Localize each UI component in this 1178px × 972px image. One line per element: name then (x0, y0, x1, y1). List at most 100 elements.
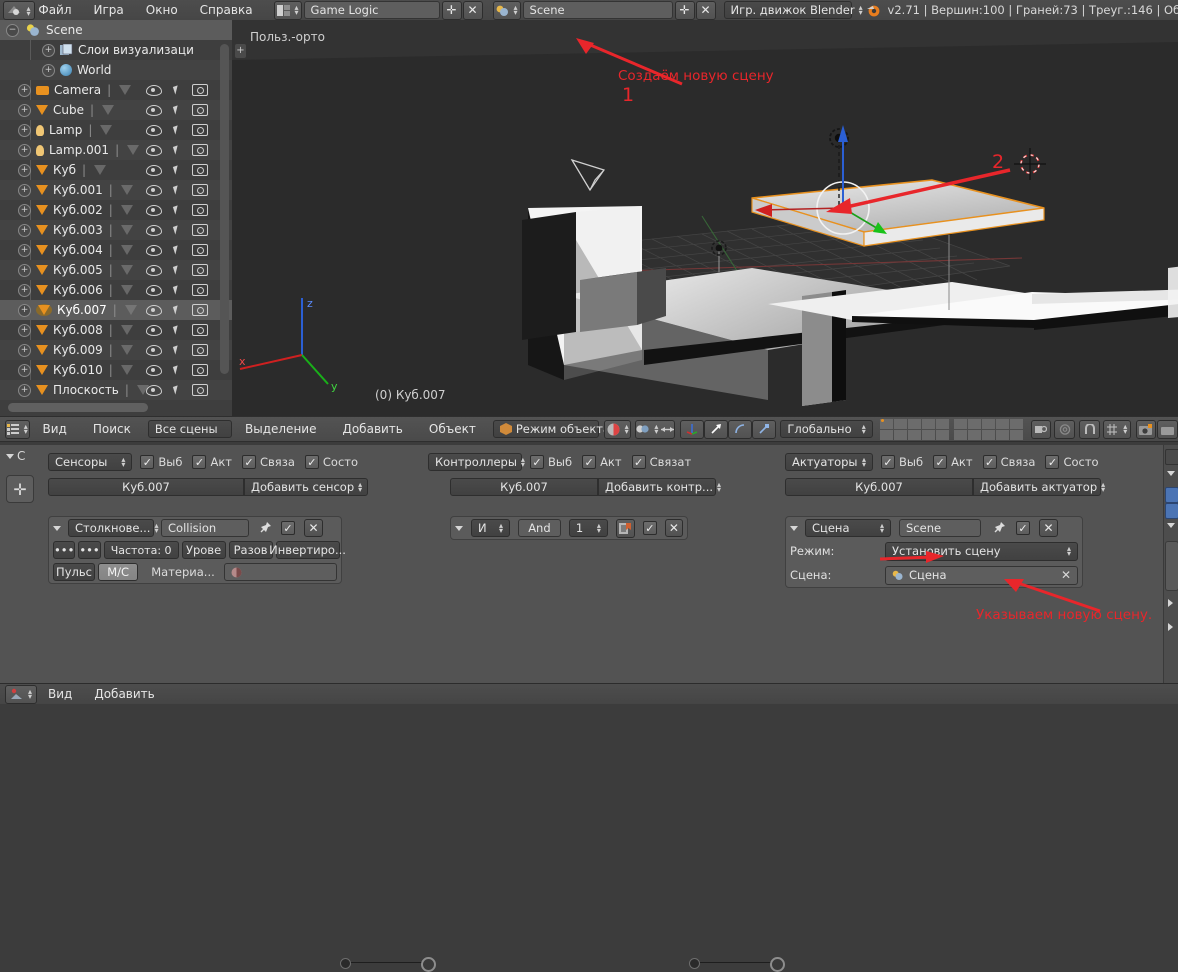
outliner-visibility-toggle[interactable] (144, 320, 164, 340)
outliner-item-row[interactable]: +Куб.003| (0, 220, 232, 240)
screen-layout-selector[interactable]: ▴▾ Game Logic ✛ ✕ (274, 1, 483, 20)
outliner-selectability-toggle[interactable] (166, 200, 186, 220)
outliner-item-row[interactable]: +Слои визуализаци (0, 40, 232, 60)
controller-state-mask-icon[interactable] (616, 519, 635, 538)
outliner-visibility-toggle[interactable] (144, 100, 164, 120)
outliner-renderability-toggle[interactable] (190, 280, 210, 300)
expand-collapse-icon[interactable]: + (42, 44, 55, 57)
properties-arrow-3[interactable] (1168, 599, 1173, 607)
outliner-renderability-toggle[interactable] (190, 380, 210, 400)
logic-add-button[interactable]: ✛ (6, 475, 34, 503)
controllers-object-name[interactable]: Куб.007 (450, 478, 598, 496)
pivot-point-selector[interactable]: ▴▾ (635, 420, 675, 439)
bottom-menu-view[interactable]: Вид (37, 684, 83, 704)
outliner-visibility-toggle[interactable] (144, 300, 164, 320)
outliner-item-row[interactable]: +Lamp.001| (0, 140, 232, 160)
expand-collapse-icon[interactable]: + (18, 364, 31, 377)
controllers-filter-act[interactable]: ✓Акт (582, 455, 622, 469)
3d-viewport[interactable]: z x y Польз.-орто + (0) Куб.007 Создаём … (232, 20, 1178, 416)
controllers-filter-link[interactable]: ✓Связат (632, 455, 692, 469)
render-engine-selector[interactable]: Игр. движок Blender ▴▾ (724, 1, 852, 19)
outliner-selectability-toggle[interactable] (166, 180, 186, 200)
outliner-selectability-toggle[interactable] (166, 300, 186, 320)
bottom-editor-type-icon[interactable]: ▴▾ (5, 685, 37, 704)
snap-magnet-icon[interactable] (1079, 420, 1100, 439)
outliner-renderability-toggle[interactable] (190, 120, 210, 140)
outliner-selectability-toggle[interactable] (166, 100, 186, 120)
controller-type-dropdown[interactable]: И ▴▾ (471, 519, 510, 537)
expand-collapse-icon[interactable]: + (18, 104, 31, 117)
scene-icon[interactable]: ▴▾ (493, 1, 521, 20)
expand-collapse-icon[interactable]: + (18, 224, 31, 237)
outliner-selectability-toggle[interactable] (166, 280, 186, 300)
sensor-level-pulse-true-icon[interactable]: ••• (53, 541, 75, 559)
outliner-renderability-toggle[interactable] (190, 340, 210, 360)
outliner-visibility-toggle[interactable] (144, 340, 164, 360)
sensor-pulse-toggle[interactable]: Пульс (53, 563, 95, 581)
actuators-filter-sel[interactable]: ✓Выб (881, 455, 923, 469)
sensor-output-node[interactable] (340, 958, 351, 969)
viewport-shading-selector[interactable]: ▴▾ (604, 420, 632, 439)
add-controller-button[interactable]: Добавить контр... ▴▾ (598, 478, 716, 496)
outliner-renderability-toggle[interactable] (190, 140, 210, 160)
outliner-visibility-toggle[interactable] (144, 80, 164, 100)
outliner-renderability-toggle[interactable] (190, 360, 210, 380)
sensor-invert-toggle[interactable]: Инвертиро... (276, 541, 340, 559)
actuator-enable-checkbox[interactable]: ✓ (1016, 521, 1030, 535)
outliner-selectability-toggle[interactable] (166, 80, 186, 100)
outliner-item-row[interactable]: +Куб.006| (0, 280, 232, 300)
outliner-visibility-toggle[interactable] (144, 280, 164, 300)
manipulator-enable-icon[interactable] (680, 420, 704, 439)
outliner-visibility-toggle[interactable] (144, 360, 164, 380)
outliner-selectability-toggle[interactable] (166, 220, 186, 240)
expand-collapse-icon[interactable]: + (18, 244, 31, 257)
properties-group-box[interactable] (1165, 541, 1178, 591)
properties-arrow-4[interactable] (1168, 623, 1173, 631)
outliner-item-row[interactable]: +Куб.007| (0, 300, 232, 320)
outliner-item-row[interactable]: +Camera| (0, 80, 232, 100)
properties-editor-type-icon[interactable] (1165, 449, 1178, 465)
controllers-filter-sel[interactable]: ✓Выб (530, 455, 572, 469)
expand-collapse-icon[interactable]: − (6, 24, 19, 37)
outliner-selectability-toggle[interactable] (166, 260, 186, 280)
sensor-name-field[interactable]: Collision (161, 519, 249, 537)
expand-collapse-icon[interactable]: + (42, 64, 55, 77)
manipulator-widget-group[interactable] (680, 420, 776, 439)
outliner-visibility-toggle[interactable] (144, 160, 164, 180)
controller-output-node[interactable] (689, 958, 700, 969)
outliner-horizontal-scrollbar[interactable] (8, 403, 148, 412)
layout-icon[interactable]: ▴▾ (274, 1, 302, 20)
outliner-selectability-toggle[interactable] (166, 120, 186, 140)
viewport-menu-add[interactable]: Добавить (329, 419, 415, 439)
actuators-filter-dropdown[interactable]: Актуаторы ▴▾ (785, 453, 873, 471)
viewport-menu-object[interactable]: Объект (416, 419, 489, 439)
outliner-renderability-toggle[interactable] (190, 160, 210, 180)
sensors-filter-act[interactable]: ✓Акт (192, 455, 232, 469)
outliner-visibility-toggle[interactable] (144, 220, 164, 240)
checkbox-icon[interactable]: ✓ (983, 455, 997, 469)
checkbox-icon[interactable]: ✓ (140, 455, 154, 469)
sensors-filter-state[interactable]: ✓Состо (305, 455, 358, 469)
checkbox-icon[interactable]: ✓ (933, 455, 947, 469)
delete-screen-layout-button[interactable]: ✕ (463, 1, 483, 20)
outliner-root-row[interactable]: −Scene (0, 20, 232, 40)
snap-target-selector[interactable]: ▴▾ (1103, 420, 1131, 439)
outliner-selectability-toggle[interactable] (166, 140, 186, 160)
outliner-menu-view[interactable]: Вид (30, 419, 80, 439)
checkbox-icon[interactable]: ✓ (1045, 455, 1059, 469)
outliner-renderability-toggle[interactable] (190, 260, 210, 280)
sensor-delete-button[interactable]: ✕ (304, 519, 323, 537)
expand-collapse-icon[interactable]: + (18, 124, 31, 137)
expand-collapse-icon[interactable]: + (18, 144, 31, 157)
actuators-object-name[interactable]: Куб.007 (785, 478, 973, 496)
controllers-filter-dropdown[interactable]: Контроллеры ▴▾ (428, 453, 522, 471)
logic-panel-collapse[interactable]: C (6, 449, 25, 463)
proportional-falloff-icon[interactable] (1054, 420, 1075, 439)
checkbox-icon[interactable]: ✓ (242, 455, 256, 469)
controller-enable-checkbox[interactable]: ✓ (643, 521, 657, 535)
sensor-type-dropdown[interactable]: Столкнове... ▴▾ (68, 519, 154, 537)
add-screen-layout-button[interactable]: ✛ (442, 1, 462, 20)
render-opengl-animation-icon[interactable] (1157, 420, 1178, 439)
outliner-item-row[interactable]: +Lamp| (0, 120, 232, 140)
expand-collapse-icon[interactable]: + (18, 344, 31, 357)
